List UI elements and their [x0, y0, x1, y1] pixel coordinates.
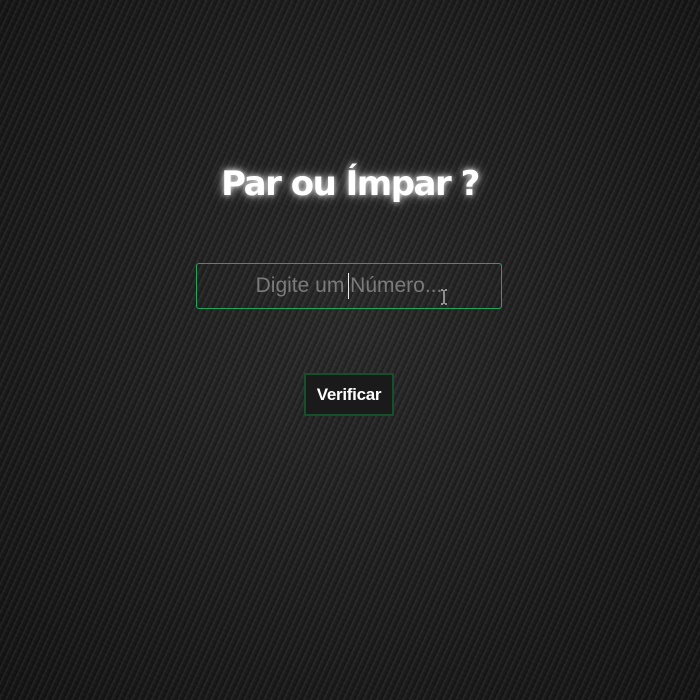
number-input[interactable] — [196, 263, 502, 309]
text-caret — [348, 273, 349, 299]
verify-button[interactable]: Verificar — [304, 373, 394, 416]
page-title: Par ou Ímpar ? — [221, 164, 480, 204]
ibeam-cursor-icon — [441, 289, 447, 305]
